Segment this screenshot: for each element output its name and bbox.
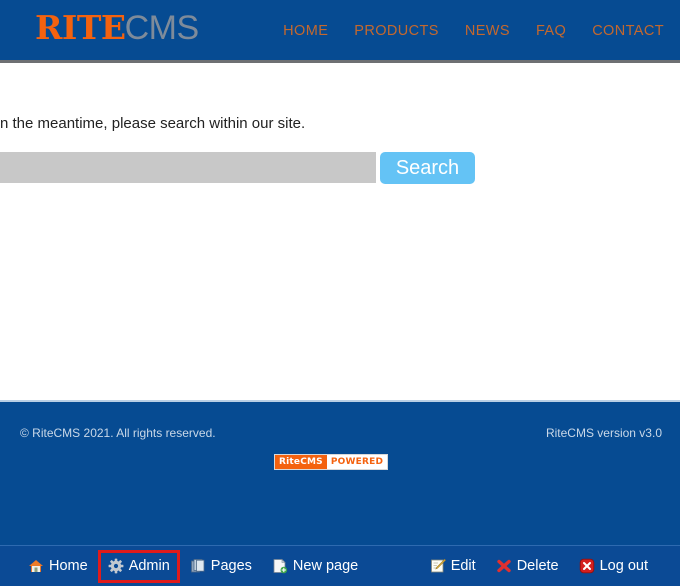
toolbar-label-logout: Log out <box>599 558 648 574</box>
new-page-icon <box>272 558 288 574</box>
main-navigation: HOME PRODUCTS NEWS FAQ CONTACT <box>283 23 664 39</box>
pages-icon <box>190 558 206 574</box>
toolbar-label-delete: Delete <box>516 558 559 574</box>
footer-version-text: RiteCMS version v3.0 <box>545 426 662 440</box>
site-header: RITECMS HOME PRODUCTS NEWS FAQ CONTACT <box>0 0 680 63</box>
logo-text-rite: RITE <box>35 8 126 47</box>
site-logo[interactable]: RITECMS <box>35 11 199 45</box>
toolbar-label-home: Home <box>49 558 88 574</box>
toolbar-item-pages[interactable]: Pages <box>180 550 262 583</box>
footer-copyright-text: © RiteCMS 2021. All rights reserved. <box>20 426 216 440</box>
nav-item-faq[interactable]: FAQ <box>536 23 566 39</box>
toolbar-item-edit[interactable]: Edit <box>420 550 486 583</box>
logout-icon <box>579 558 595 574</box>
badge-label-ritecms: RiteCMS <box>275 455 327 469</box>
site-footer: © RiteCMS 2021. All rights reserved. Rit… <box>0 400 680 545</box>
main-content-area: n the meantime, please search within our… <box>0 63 680 400</box>
toolbar-item-new-page[interactable]: New page <box>262 550 368 583</box>
admin-toolbar: Home Admin Pages New page Edit Delete Lo… <box>0 545 680 586</box>
admin-toolbar-right-group: Edit Delete Log out <box>420 546 658 586</box>
home-icon <box>28 558 44 574</box>
logo-text-cms: CMS <box>124 9 200 47</box>
gear-icon <box>108 558 124 574</box>
toolbar-item-admin[interactable]: Admin <box>97 549 180 583</box>
search-button[interactable]: Search <box>380 152 475 184</box>
admin-toolbar-left-group: Home Admin Pages New page <box>18 546 368 586</box>
badge-label-powered: POWERED <box>326 455 388 469</box>
toolbar-label-edit: Edit <box>450 558 476 574</box>
nav-item-contact[interactable]: CONTACT <box>592 23 664 39</box>
nav-item-products[interactable]: PRODUCTS <box>354 23 439 39</box>
toolbar-item-home[interactable]: Home <box>18 550 98 583</box>
powered-by-badge[interactable]: RiteCMS POWERED <box>274 454 389 470</box>
red-x-icon <box>496 558 512 574</box>
toolbar-label-pages: Pages <box>210 558 252 574</box>
toolbar-item-logout[interactable]: Log out <box>569 550 658 583</box>
site-search-form: Search <box>0 152 480 186</box>
search-input[interactable] <box>0 152 376 183</box>
nav-item-home[interactable]: HOME <box>283 23 328 39</box>
toolbar-label-admin: Admin <box>128 558 170 574</box>
toolbar-item-delete[interactable]: Delete <box>486 550 569 583</box>
edit-pencil-icon <box>430 558 446 574</box>
nav-item-news[interactable]: NEWS <box>465 23 510 39</box>
page-message-text: n the meantime, please search within our… <box>0 115 306 132</box>
toolbar-label-new-page: New page <box>292 558 359 574</box>
